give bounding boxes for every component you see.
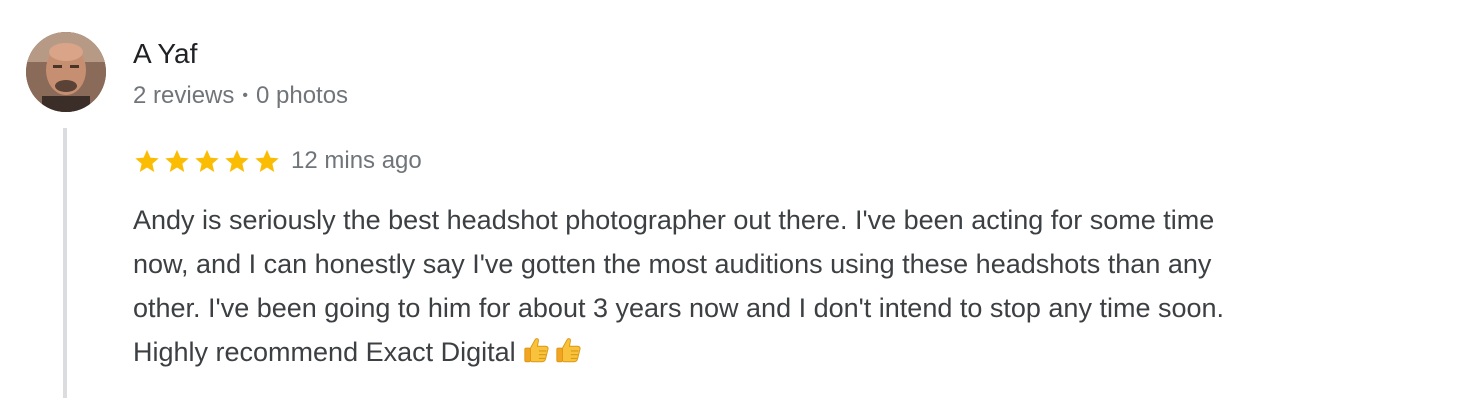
rating-row: 12 mins ago bbox=[133, 143, 422, 179]
star-icon bbox=[225, 149, 249, 172]
avatar-photo-icon bbox=[26, 32, 106, 112]
thumbs-up-icon bbox=[523, 338, 549, 363]
reviewer-avatar[interactable] bbox=[26, 32, 106, 112]
meta-separator: • bbox=[242, 87, 248, 104]
reviewer-meta: 2 reviews • 0 photos bbox=[133, 80, 348, 112]
reviews-count: 2 reviews bbox=[133, 82, 235, 109]
star-icon bbox=[165, 149, 189, 172]
review-text-line-3: other. I've been going to him for about … bbox=[133, 293, 1225, 323]
review-text-line-4: Highly recommend Exact Digital bbox=[133, 337, 516, 367]
star-icon bbox=[195, 149, 219, 172]
thumbs-up-icon bbox=[555, 338, 581, 363]
star-icon bbox=[255, 149, 279, 172]
review-text-line-1: Andy is seriously the best headshot phot… bbox=[133, 205, 1215, 235]
review-card: A Yaf 2 reviews • 0 photos 12 mins ago A… bbox=[0, 0, 1468, 416]
emoji-group bbox=[522, 335, 584, 365]
review-text: Andy is seriously the best headshot phot… bbox=[133, 198, 1443, 374]
reviewer-name[interactable]: A Yaf bbox=[133, 36, 197, 72]
star-rating bbox=[133, 147, 281, 175]
review-text-line-2: now, and I can honestly say I've gotten … bbox=[133, 249, 1212, 279]
photos-count: 0 photos bbox=[255, 82, 349, 109]
thread-line bbox=[63, 128, 67, 398]
review-time: 12 mins ago bbox=[291, 147, 422, 174]
star-icon bbox=[135, 149, 159, 172]
